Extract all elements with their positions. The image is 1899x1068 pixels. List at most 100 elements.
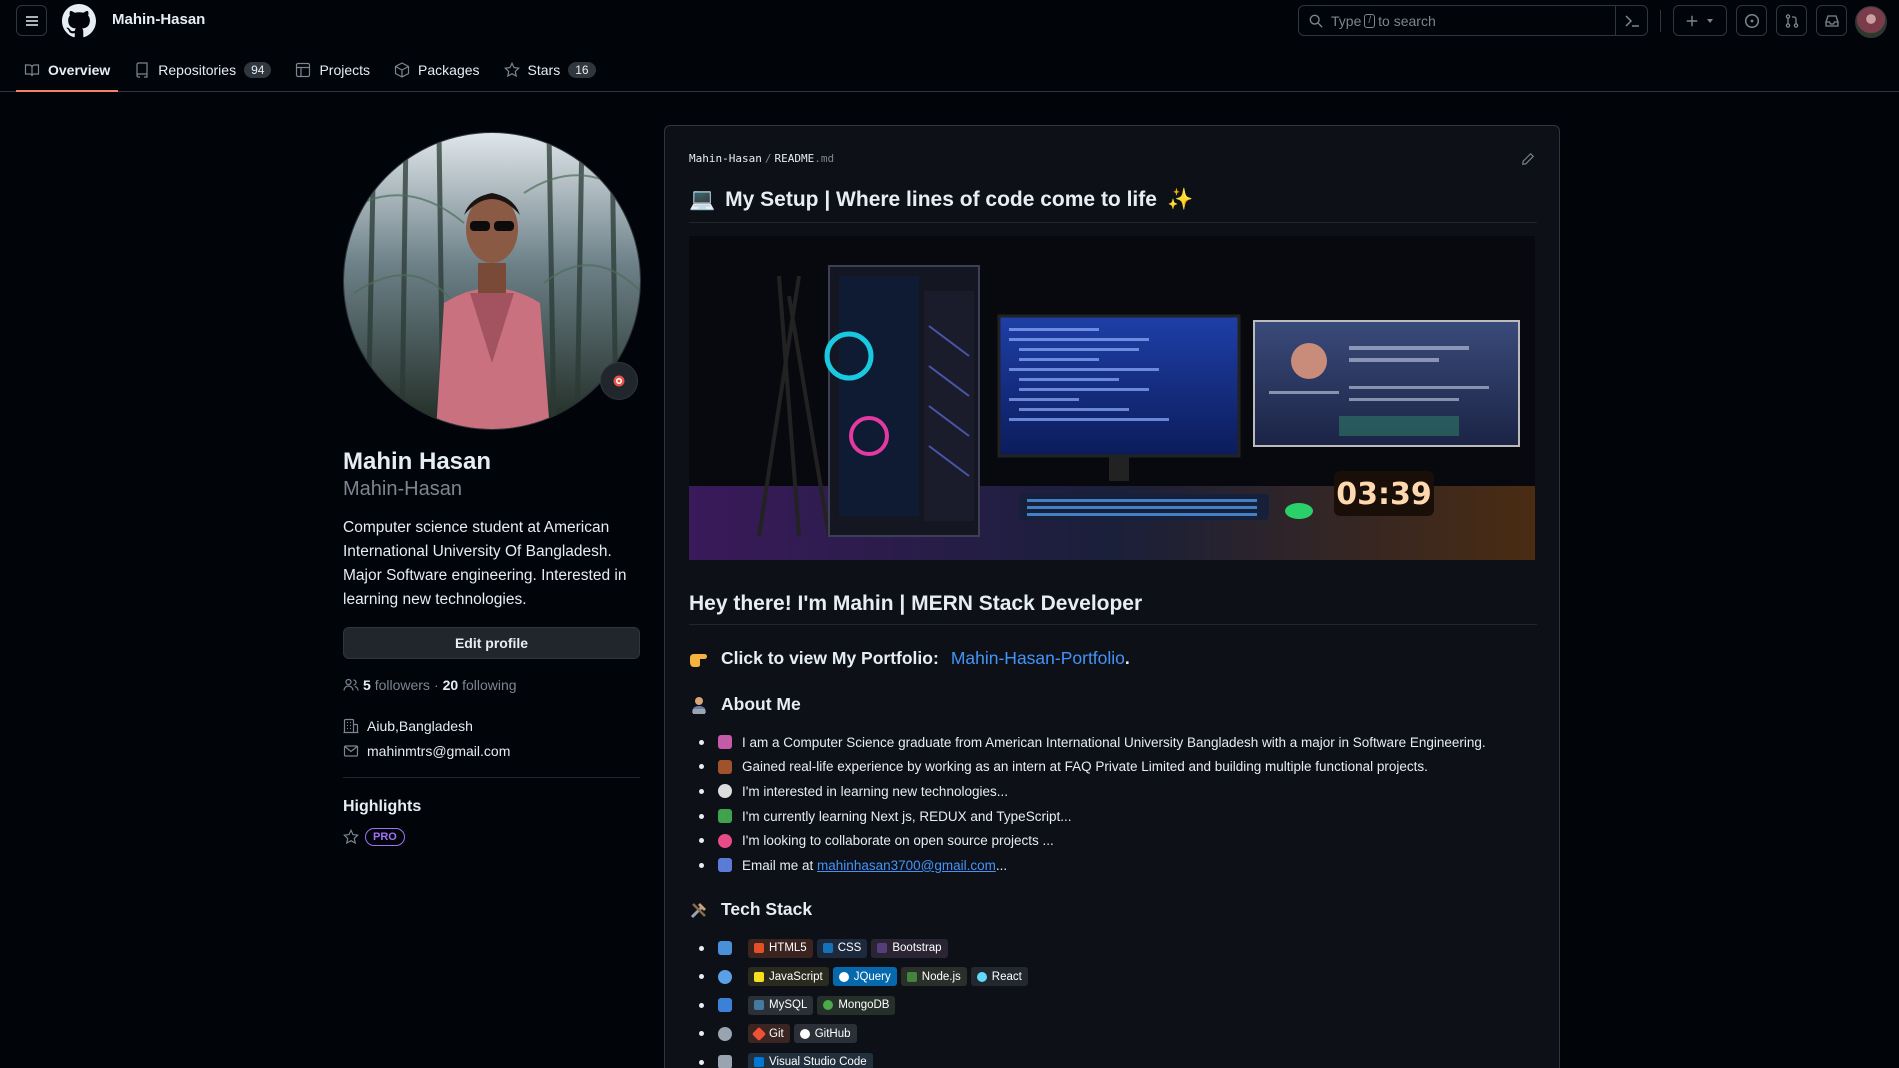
badge-react[interactable]: React [970,967,1028,987]
inbox-button[interactable] [1816,5,1847,36]
user-avatar-menu[interactable] [1855,6,1887,38]
portfolio-text: Click to view My Portfolio: [721,648,939,668]
badge-label: Bootstrap [892,942,942,955]
organization-text: Aiub,Bangladesh [367,718,473,734]
organization-icon [343,718,359,734]
readme-title-text: My Setup | Where lines of code come to l… [725,188,1157,211]
github-logo-icon[interactable] [62,4,96,38]
banner-clock-text: 03:39 [1336,477,1432,512]
pro-badge[interactable]: PRO [365,828,405,846]
badge-javascript[interactable]: JavaScript [748,967,829,987]
pull-requests-button[interactable] [1776,5,1807,36]
issues-button[interactable] [1736,5,1767,36]
hearts-emoji-icon [718,833,732,848]
triangle-down-icon [1707,18,1713,23]
portfolio-period: . [1124,648,1130,668]
tech-row: JavaScript JQuery Node.js React [699,963,1028,992]
badge-label: JavaScript [769,970,823,983]
tab-stars[interactable]: Stars 16 [496,55,604,85]
edit-readme-button[interactable] [1521,152,1535,166]
tech-row: Git GitHub [699,1020,1028,1049]
header-owner-link[interactable]: Mahin-Hasan [112,11,205,28]
pencil-icon [1522,152,1535,165]
tech-row: Visual Studio Code [699,1048,1028,1068]
readme-path: Mahin-Hasan / README.md [689,152,834,165]
badge-nodejs[interactable]: Node.js [900,967,967,987]
tab-packages[interactable]: Packages [386,55,487,85]
star-icon [503,62,520,78]
tab-overview[interactable]: Overview [16,55,119,92]
search-placeholder-suffix: to search [1378,12,1436,29]
about-heading-text: About Me [721,694,801,714]
about-text: I'm looking to collaborate on open sourc… [742,833,1054,849]
followers-label: followers [374,677,430,693]
following-link[interactable]: 20 following [443,677,517,693]
stars-count: 16 [568,62,596,78]
search-input[interactable]: Type / to search [1298,5,1648,36]
set-status-button[interactable] [600,362,638,400]
bullet [699,764,704,770]
profile-tabs: Overview Repositories 94 Projects Packag… [16,55,612,92]
profile-login: Mahin-Hasan [343,478,462,500]
badge-mongodb[interactable]: MongoDB [817,995,896,1015]
badge-label: Git [769,1027,784,1040]
bullet [699,945,704,951]
followers-link[interactable]: 5 followers [363,677,430,693]
email-item[interactable]: mahinmtrs@gmail.com [343,743,510,759]
portfolio-link[interactable]: Mahin-Hasan-Portfolio [951,648,1125,668]
list-item: Gained real-life experience by working a… [699,755,1486,780]
badge-git[interactable]: Git [748,1024,790,1044]
bullet [699,788,704,794]
readme-path-file[interactable]: README [774,152,814,165]
pointing-hand-icon [690,653,707,667]
badge-jquery[interactable]: JQuery [832,967,897,987]
sparkles-emoji-icon: ✨ [1166,188,1194,211]
command-palette-button[interactable] [1615,6,1647,35]
readme-title: 💻 My Setup | Where lines of code come to… [689,188,1537,223]
hammer-wrench-icon [690,902,706,918]
list-item: I'm currently learning Next js, REDUX an… [699,804,1486,829]
menu-button[interactable] [16,5,47,36]
create-new-button[interactable] [1673,5,1727,36]
mail-icon [343,745,359,757]
student-emoji-icon [718,735,732,750]
setup-banner-image: 03:39 [689,236,1535,560]
badge-css[interactable]: CSS [816,938,868,958]
profile-name: Mahin Hasan [343,448,492,475]
readme-card: Mahin-Hasan / README.md 💻 My Setup | Where… [664,125,1560,1068]
seedling-emoji-icon [718,809,732,824]
tab-repositories[interactable]: Repositories 94 [126,55,279,85]
highlights-title: Highlights [343,798,422,815]
tab-label: Stars [527,62,561,78]
portfolio-link-text: Mahin-Hasan-Portfolio [950,648,1125,668]
package-icon [394,62,410,78]
readme-path-owner[interactable]: Mahin-Hasan [689,152,762,165]
badge-github[interactable]: GitHub [793,1024,857,1044]
badge-mysql[interactable]: MySQL [748,995,814,1015]
profile-avatar[interactable] [343,132,641,430]
list-item: I am a Computer Science graduate from Am… [699,730,1486,755]
person-at-computer-icon [692,696,706,714]
edit-profile-button[interactable]: Edit profile [343,627,640,659]
terminal-icon [1624,14,1639,27]
email-me-link[interactable]: mahinhasan3700@gmail.com [817,858,996,873]
badge-bootstrap[interactable]: Bootstrap [871,938,948,958]
jquery-icon [838,971,849,982]
nodejs-icon [906,971,917,982]
book-icon [24,64,40,77]
badge-html5[interactable]: HTML5 [748,938,813,958]
follow-separator: · [433,677,439,693]
badge-vscode[interactable]: Visual Studio Code [748,1052,873,1068]
highlights-row: PRO [343,828,405,846]
html5-icon [754,943,764,954]
bullet [699,1031,704,1037]
tab-projects[interactable]: Projects [287,55,378,85]
git-icon [751,1026,767,1041]
bullet [699,838,704,844]
git-pull-request-icon [1785,13,1798,28]
list-item: I'm looking to collaborate on open sourc… [699,828,1486,853]
about-text: I am a Computer Science graduate from Am… [742,734,1486,750]
email-link[interactable]: mahinmtrs@gmail.com [367,743,510,759]
following-label: following [462,677,517,693]
intro-heading: Hey there! I'm Mahin | MERN Stack Develo… [689,592,1537,625]
